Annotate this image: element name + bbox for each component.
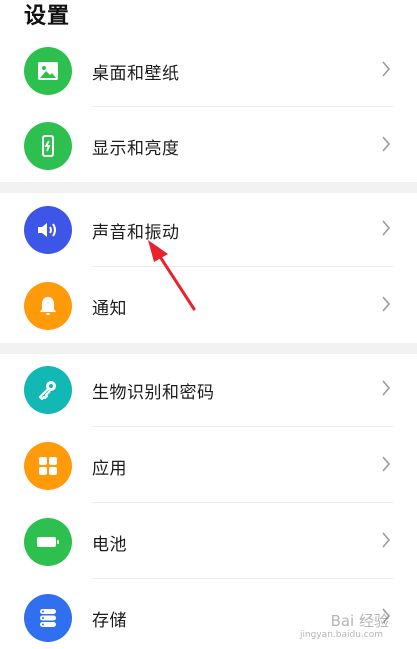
watermark: Bai 经验 jingyan.baidu.com <box>300 610 389 640</box>
watermark-text: Bai 经验 <box>330 612 389 630</box>
watermark-subtext: jingyan.baidu.com <box>299 630 383 640</box>
annotation-arrow <box>148 240 196 311</box>
